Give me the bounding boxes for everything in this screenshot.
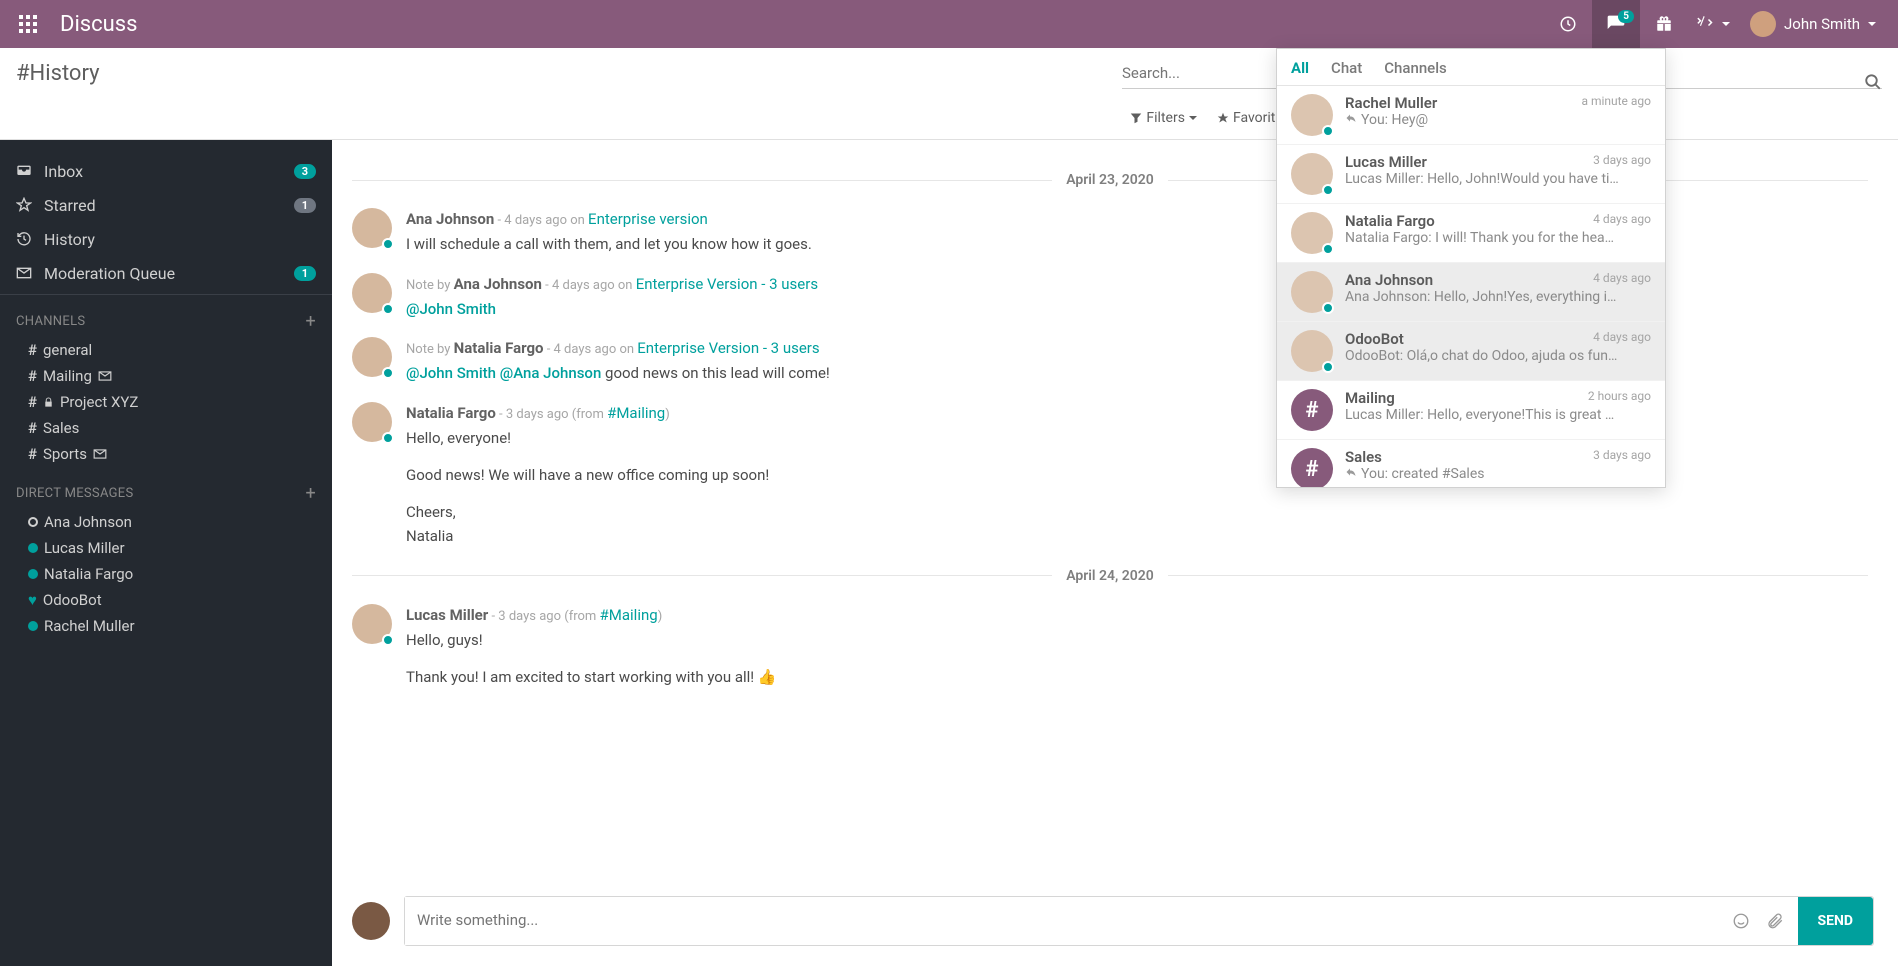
panel-tab-channels[interactable]: Channels: [1384, 59, 1447, 77]
messages-count-badge: 5: [1618, 10, 1634, 23]
gift-icon[interactable]: [1640, 0, 1688, 48]
channels-header: CHANNELS +: [0, 305, 332, 337]
status-dot-icon: [28, 517, 38, 527]
message-link[interactable]: #Mailing: [600, 606, 658, 624]
avatar: [1291, 330, 1333, 372]
mail-icon: [98, 370, 112, 382]
messaging-panel: All Chat Channels Rachel Mullera minute …: [1276, 48, 1666, 488]
reply-icon: [1345, 112, 1357, 124]
panel-item[interactable]: Lucas Miller3 days agoLucas Miller: Hell…: [1277, 145, 1665, 204]
channel-project-xyz[interactable]: # Project XYZ: [0, 389, 332, 415]
dm-odoobot[interactable]: ♥OdooBot: [0, 587, 332, 613]
channel-sales[interactable]: # Sales: [0, 415, 332, 441]
message-author: Ana Johnson: [406, 210, 494, 228]
avatar: [1291, 271, 1333, 313]
attach-icon[interactable]: [1766, 912, 1784, 930]
avatar: [352, 337, 392, 377]
panel-item[interactable]: Ana Johnson4 days agoAna Johnson: Hello,…: [1277, 263, 1665, 322]
avatar: [1291, 153, 1333, 195]
channel-mailing[interactable]: # Mailing: [0, 363, 332, 389]
channel-sports[interactable]: # Sports: [0, 441, 332, 467]
channel-general[interactable]: # general: [0, 337, 332, 363]
user-avatar: [1750, 11, 1776, 37]
dm-header: DIRECT MESSAGES +: [0, 477, 332, 509]
composer-avatar: [352, 902, 390, 940]
avatar: [1291, 212, 1333, 254]
composer-input[interactable]: [405, 897, 1718, 945]
panel-item[interactable]: Natalia Fargo4 days agoNatalia Fargo: I …: [1277, 204, 1665, 263]
lock-icon: [43, 397, 54, 408]
apps-icon[interactable]: [8, 0, 48, 48]
count-badge: 1: [294, 266, 316, 281]
mention[interactable]: @John Smith: [406, 300, 496, 318]
dm-ana-johnson[interactable]: Ana Johnson: [0, 509, 332, 535]
inbox-icon: [16, 163, 32, 179]
message: Lucas Miller - 3 days ago (from #Mailing…: [352, 596, 1868, 698]
search-icon[interactable]: [1864, 73, 1882, 91]
user-name: John Smith: [1784, 15, 1860, 33]
mention[interactable]: @John Smith: [406, 364, 496, 382]
send-button[interactable]: SEND: [1798, 897, 1873, 945]
mail-icon: [93, 448, 107, 460]
star-icon: [16, 197, 32, 213]
filters-button[interactable]: Filters: [1130, 110, 1197, 126]
activities-icon[interactable]: [1544, 0, 1592, 48]
sidebar-inbox[interactable]: Inbox3: [0, 154, 332, 188]
sidebar-history[interactable]: History: [0, 222, 332, 256]
heart-icon: ♥: [28, 591, 37, 609]
sidebar-starred[interactable]: Starred1: [0, 188, 332, 222]
reply-icon: [1345, 466, 1357, 478]
avatar: [352, 208, 392, 248]
message-link[interactable]: Enterprise Version - 3 users: [636, 275, 818, 293]
panel-item[interactable]: #Sales3 days agoYou: created #Sales: [1277, 440, 1665, 487]
history-icon: [16, 231, 32, 247]
dm-natalia-fargo[interactable]: Natalia Fargo: [0, 561, 332, 587]
channel-avatar-icon: #: [1291, 448, 1333, 487]
date-separator: April 24, 2020: [352, 568, 1868, 584]
avatar: [1291, 94, 1333, 136]
count-badge: 1: [294, 198, 316, 213]
topbar: Discuss 5 John Smith: [0, 0, 1898, 48]
status-dot-icon: [28, 621, 38, 631]
app-title: Discuss: [60, 12, 138, 37]
message-link[interactable]: Enterprise version: [588, 210, 708, 228]
dm-lucas-miller[interactable]: Lucas Miller: [0, 535, 332, 561]
breadcrumb: #History: [16, 61, 100, 86]
channel-avatar-icon: #: [1291, 389, 1333, 431]
sidebar: Inbox3Starred1HistoryModeration Queue1 C…: [0, 140, 332, 966]
mail-icon: [16, 265, 32, 281]
tools-icon[interactable]: [1688, 0, 1736, 48]
status-dot-icon: [28, 543, 38, 553]
message-link[interactable]: Enterprise Version - 3 users: [637, 339, 819, 357]
panel-tab-all[interactable]: All: [1291, 59, 1309, 77]
panel-tab-chat[interactable]: Chat: [1331, 59, 1362, 77]
count-badge: 3: [294, 164, 316, 179]
composer: SEND: [332, 880, 1898, 966]
add-dm-button[interactable]: +: [305, 483, 316, 504]
add-channel-button[interactable]: +: [305, 311, 316, 332]
status-dot-icon: [28, 569, 38, 579]
panel-item[interactable]: OdooBot4 days agoOdooBot: Olá,o chat do …: [1277, 322, 1665, 381]
avatar: [352, 402, 392, 442]
avatar: [352, 273, 392, 313]
mention[interactable]: @Ana Johnson: [500, 364, 602, 382]
messages-icon[interactable]: 5: [1592, 0, 1640, 48]
panel-item[interactable]: Rachel Mullera minute agoYou: Hey@: [1277, 86, 1665, 145]
avatar: [352, 604, 392, 644]
user-menu[interactable]: John Smith: [1736, 11, 1890, 37]
message-link[interactable]: #Mailing: [607, 404, 665, 422]
sidebar-moderation-queue[interactable]: Moderation Queue1: [0, 256, 332, 290]
emoji-icon[interactable]: [1732, 912, 1750, 930]
panel-item[interactable]: #Mailing2 hours agoLucas Miller: Hello, …: [1277, 381, 1665, 440]
dm-rachel-muller[interactable]: Rachel Muller: [0, 613, 332, 639]
